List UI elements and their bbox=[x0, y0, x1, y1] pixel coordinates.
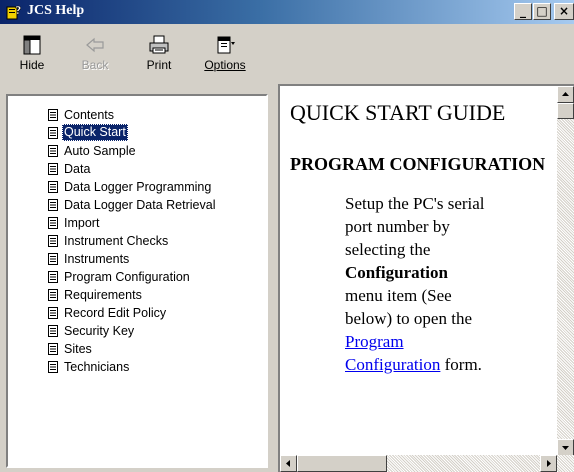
document-icon bbox=[48, 181, 58, 193]
scroll-right-button[interactable] bbox=[540, 455, 557, 472]
print-button[interactable]: Print bbox=[131, 26, 187, 82]
help-book-icon: ? bbox=[6, 4, 22, 20]
horizontal-scroll-thumb[interactable] bbox=[297, 455, 387, 472]
tree-item-label: Instrument Checks bbox=[64, 234, 169, 248]
tree-item-label: Security Key bbox=[64, 324, 135, 338]
topic-subheading: PROGRAM CONFIGURATION bbox=[290, 154, 546, 174]
print-label: Print bbox=[146, 58, 172, 72]
toolbar: Hide Back Print Options bbox=[0, 24, 574, 86]
document-icon bbox=[48, 109, 58, 121]
tree-item-label: Technicians bbox=[64, 360, 130, 374]
document-icon bbox=[48, 217, 58, 229]
help-window: ? JCS Help _ □ × Hide Back Print Options… bbox=[0, 0, 574, 472]
vertical-scrollbar[interactable] bbox=[557, 86, 574, 456]
program-configuration-link[interactable]: Program Configuration bbox=[345, 332, 440, 374]
title-bar[interactable]: ? JCS Help _ □ × bbox=[0, 0, 574, 24]
arrow-down-icon bbox=[562, 446, 569, 450]
tree-item-label: Quick Start bbox=[62, 124, 128, 141]
tree-item-label: Data Logger Data Retrieval bbox=[64, 198, 216, 212]
minimize-button[interactable]: _ bbox=[514, 3, 532, 20]
window-title: JCS Help bbox=[27, 3, 85, 18]
tree-item-label: Import bbox=[64, 216, 100, 230]
back-button[interactable]: Back bbox=[67, 26, 123, 82]
document-icon bbox=[48, 235, 58, 247]
document-icon bbox=[48, 163, 58, 175]
maximize-button[interactable]: □ bbox=[533, 3, 551, 20]
scroll-up-button[interactable] bbox=[557, 86, 574, 103]
back-label: Back bbox=[81, 58, 109, 72]
tree-item-label: Program Configuration bbox=[64, 270, 190, 284]
topic-paragraph: Setup the PC's serial port number by sel… bbox=[345, 192, 485, 376]
topic-content: QUICK START GUIDE PROGRAM CONFIGURATION … bbox=[290, 100, 550, 376]
document-icon bbox=[48, 127, 58, 139]
back-arrow-icon bbox=[86, 37, 104, 53]
options-label: Options bbox=[204, 58, 246, 72]
tree-item-label: Data Logger Programming bbox=[64, 180, 212, 194]
tree-item-label: Auto Sample bbox=[64, 144, 136, 158]
para-text: menu item (See below) to open the bbox=[345, 286, 472, 328]
options-button[interactable]: Options bbox=[194, 26, 256, 82]
vertical-scroll-thumb[interactable] bbox=[557, 103, 574, 119]
scroll-left-button[interactable] bbox=[280, 455, 297, 472]
arrow-up-icon bbox=[562, 92, 569, 96]
svg-text:?: ? bbox=[15, 4, 21, 17]
arrow-right-icon bbox=[547, 460, 551, 467]
hide-pane-icon bbox=[23, 35, 41, 55]
document-icon bbox=[48, 307, 58, 319]
document-icon bbox=[48, 289, 58, 301]
para-text: form. bbox=[440, 355, 482, 374]
document-icon bbox=[48, 199, 58, 211]
para-text: Setup the PC's serial port number by sel… bbox=[345, 194, 485, 259]
topic-heading: QUICK START GUIDE bbox=[290, 100, 506, 125]
document-icon bbox=[48, 343, 58, 355]
contents-pane[interactable]: Contents Quick Start Auto Sample Data Da… bbox=[6, 94, 268, 468]
hide-label: Hide bbox=[19, 58, 45, 72]
tree-item-label: Data bbox=[64, 162, 91, 176]
topic-pane[interactable]: QUICK START GUIDE PROGRAM CONFIGURATION … bbox=[278, 84, 574, 472]
horizontal-scrollbar[interactable] bbox=[280, 455, 574, 472]
configuration-term: Configuration bbox=[345, 263, 448, 282]
tree-item-label: Contents bbox=[64, 108, 115, 122]
scroll-down-button[interactable] bbox=[557, 439, 574, 456]
document-icon bbox=[48, 253, 58, 265]
tree-item-label: Record Edit Policy bbox=[64, 306, 167, 320]
tree-item-label: Sites bbox=[64, 342, 92, 356]
document-icon bbox=[48, 361, 58, 373]
document-icon bbox=[48, 145, 58, 157]
close-button[interactable]: × bbox=[554, 3, 574, 20]
hide-button[interactable]: Hide bbox=[4, 26, 60, 82]
tree-item-label: Requirements bbox=[64, 288, 142, 302]
document-icon bbox=[48, 325, 58, 337]
arrow-left-icon bbox=[286, 460, 290, 467]
printer-icon bbox=[149, 35, 169, 54]
document-icon bbox=[48, 271, 58, 283]
tree-item-label: Instruments bbox=[64, 252, 130, 266]
options-icon bbox=[217, 36, 235, 54]
